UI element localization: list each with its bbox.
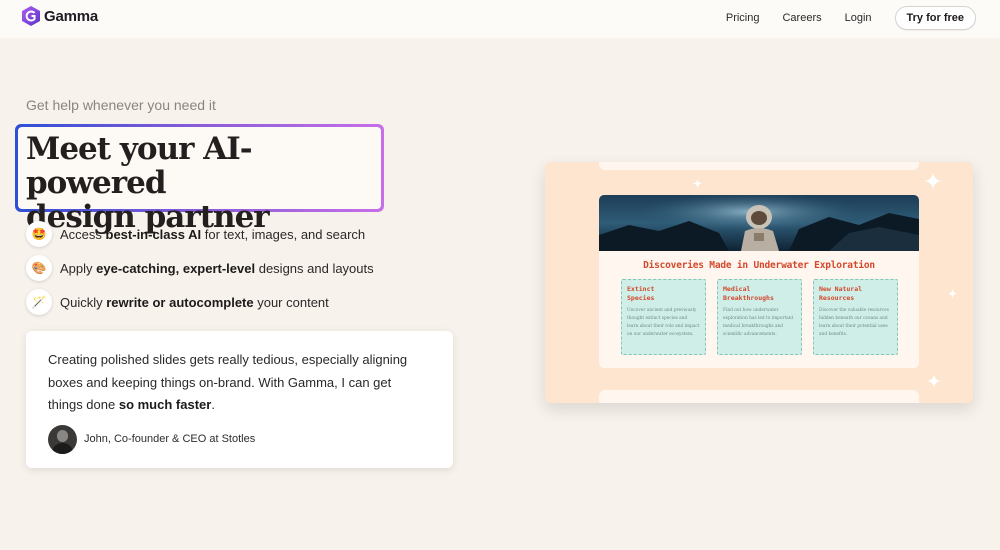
palette-icon: 🎨 bbox=[26, 255, 52, 281]
slide-card: Discoveries Made in Underwater Explorati… bbox=[599, 195, 919, 368]
magic-wand-icon: 🪄 bbox=[26, 289, 52, 315]
slide-deck-preview: Discoveries Made in Underwater Explorati… bbox=[545, 162, 973, 403]
star-struck-emoji-icon: 🤩 bbox=[26, 221, 52, 247]
info-card-title: Extinct Species bbox=[627, 285, 655, 302]
sparkle-icon bbox=[693, 179, 702, 188]
feature-item: 🤩 Access best-in-class AI for text, imag… bbox=[26, 217, 374, 251]
next-slide-edge bbox=[599, 390, 919, 403]
nav-login-link[interactable]: Login bbox=[845, 12, 872, 24]
gamma-logo-icon bbox=[22, 6, 40, 26]
headline-line-1: Meet your AI-powered bbox=[26, 131, 253, 201]
astronaut-underwater-image bbox=[599, 195, 919, 251]
feature-text: Quickly rewrite or autocomplete your con… bbox=[60, 294, 329, 310]
testimonial-quote: Creating polished slides gets really ted… bbox=[48, 349, 431, 417]
headline-gradient-frame: Meet your AI-powered design partner bbox=[15, 124, 384, 234]
sparkle-icon bbox=[924, 172, 942, 190]
info-card-title: Medical Breakthroughs bbox=[723, 285, 774, 302]
quote-line: Creating polished slides gets really ted… bbox=[48, 352, 408, 367]
author-name: John, Co-founder & CEO at Stotles bbox=[84, 433, 256, 445]
quote-line: things done so much faster. bbox=[48, 397, 215, 412]
headline-container: Meet your AI-powered design partner bbox=[18, 127, 381, 234]
nav-careers-link[interactable]: Careers bbox=[782, 12, 821, 24]
try-for-free-button[interactable]: Try for free bbox=[894, 6, 976, 30]
feature-list: 🤩 Access best-in-class AI for text, imag… bbox=[26, 217, 374, 319]
info-card: Medical Breakthroughs Find out how underw… bbox=[717, 279, 802, 355]
nav-pricing-link[interactable]: Pricing bbox=[726, 12, 760, 24]
quote-line: boxes and keeping things on-brand. With … bbox=[48, 374, 392, 390]
feature-text: Access best-in-class AI for text, images… bbox=[60, 226, 366, 242]
previous-slide-edge bbox=[599, 162, 919, 170]
info-card-title: New Natural Resources bbox=[819, 285, 863, 302]
info-card-body: Discover the valuable resources hidden be… bbox=[819, 308, 889, 337]
logo-wordmark: Gamma bbox=[44, 7, 99, 25]
avatar bbox=[48, 424, 77, 454]
top-nav-bar: Gamma Pricing Careers Login Try for free bbox=[0, 0, 1000, 38]
info-card-body: Find out how underwater exploration has l… bbox=[723, 308, 794, 337]
sparkle-icon bbox=[948, 289, 957, 298]
testimonial-card: Creating polished slides gets really ted… bbox=[26, 331, 453, 468]
nav-links: Pricing Careers Login Try for free bbox=[726, 6, 976, 30]
feature-item: 🎨 Apply eye-catching, expert-level desig… bbox=[26, 251, 374, 285]
hero-eyebrow: Get help whenever you need it bbox=[26, 97, 216, 113]
info-card: Extinct Species Uncover ancient and previ… bbox=[621, 279, 706, 355]
info-card: New Natural Resources Discover the valuab… bbox=[813, 279, 898, 355]
sparkle-icon bbox=[927, 374, 941, 388]
feature-text: Apply eye-catching, expert-level designs… bbox=[60, 260, 374, 276]
info-card-body: Uncover ancient and previously thought ex… bbox=[627, 308, 700, 337]
feature-item: 🪄 Quickly rewrite or autocomplete your c… bbox=[26, 285, 374, 319]
testimonial-author: John, Co-founder & CEO at Stotles bbox=[48, 424, 431, 454]
gamma-logo[interactable]: Gamma bbox=[22, 6, 98, 26]
slide-title: Discoveries Made in Underwater Explorati… bbox=[643, 260, 875, 271]
